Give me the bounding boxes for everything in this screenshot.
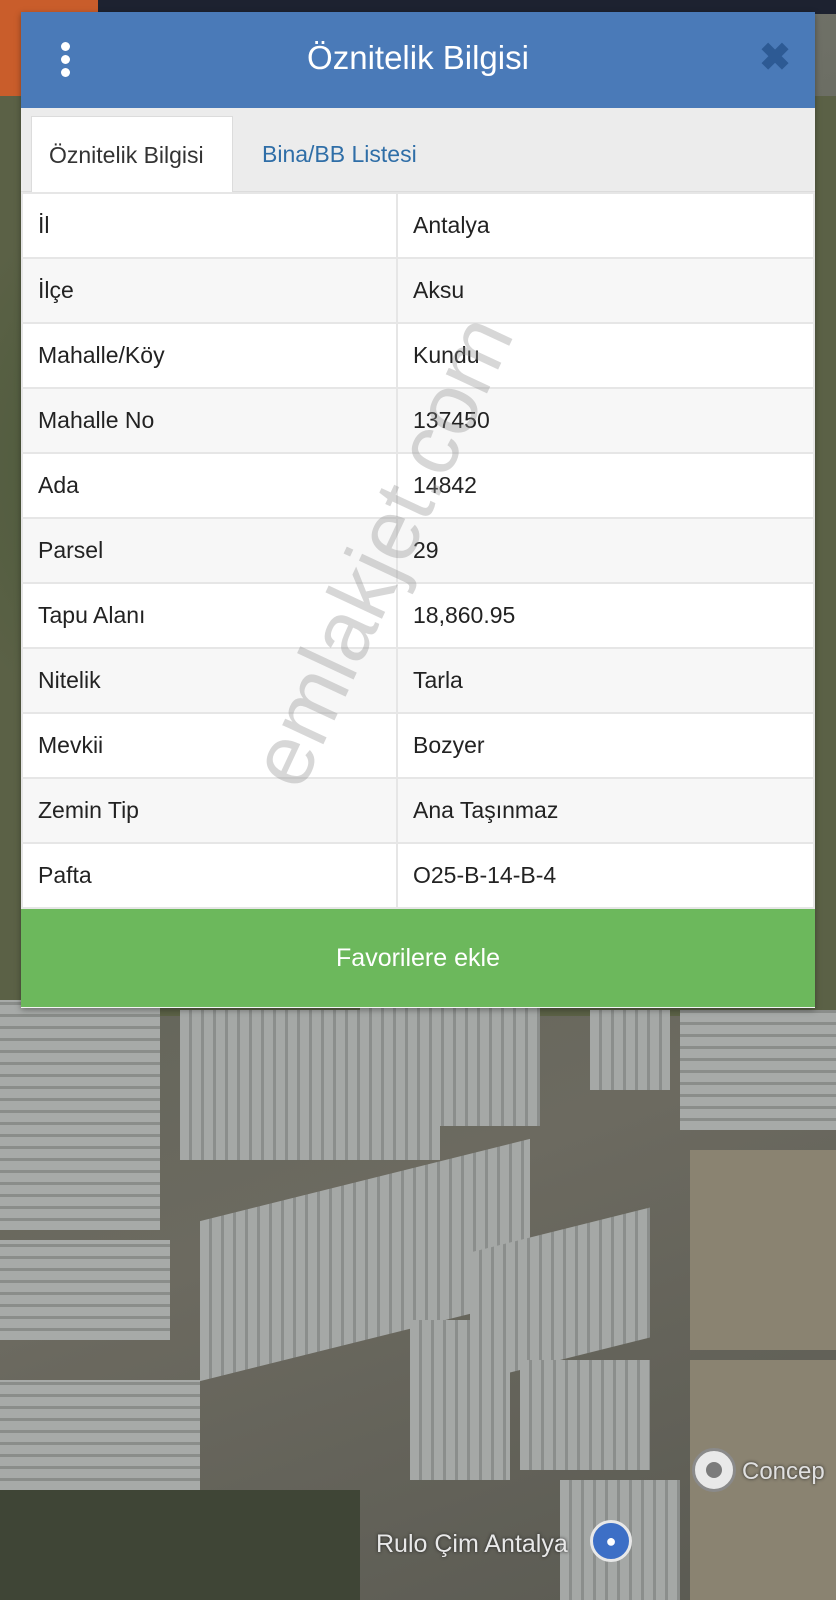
table-row: Mahalle No 137450 <box>21 387 815 454</box>
attribute-value: 14842 <box>396 452 815 519</box>
attribute-dialog: Öznitelik Bilgisi ✖ Öznitelik Bilgisi Bi… <box>21 12 815 1008</box>
attribute-key: Mevkii <box>21 712 398 779</box>
tab-attribute-info[interactable]: Öznitelik Bilgisi <box>31 116 233 192</box>
attribute-value: Tarla <box>396 647 815 714</box>
add-to-favorites-button[interactable]: Favorilere ekle <box>21 909 815 1007</box>
table-row: Mevkii Bozyer <box>21 712 815 779</box>
attribute-value: Kundu <box>396 322 815 389</box>
greenhouse-block <box>410 1320 510 1480</box>
attribute-key: Nitelik <box>21 647 398 714</box>
greenhouse-block <box>0 1240 170 1340</box>
attribute-key: Parsel <box>21 517 398 584</box>
attribute-value: Ana Taşınmaz <box>396 777 815 844</box>
greenhouse-block <box>680 1010 836 1130</box>
attribute-key: Mahalle/Köy <box>21 322 398 389</box>
map-pin-icon[interactable] <box>692 1448 736 1492</box>
attribute-key: Zemin Tip <box>21 777 398 844</box>
attribute-value: 29 <box>396 517 815 584</box>
table-row: İlçe Aksu <box>21 257 815 324</box>
tab-building-list[interactable]: Bina/BB Listesi <box>245 116 434 192</box>
table-row: Tapu Alanı 18,860.95 <box>21 582 815 649</box>
greenhouse-block <box>360 1006 540 1126</box>
map-place-label[interactable]: Rulo Çim Antalya <box>376 1530 568 1559</box>
table-row: Nitelik Tarla <box>21 647 815 714</box>
attribute-value: 137450 <box>396 387 815 454</box>
table-row: Pafta O25-B-14-B-4 <box>21 842 815 909</box>
attribute-value: Bozyer <box>396 712 815 779</box>
attribute-key: Ada <box>21 452 398 519</box>
close-icon[interactable]: ✖ <box>757 39 793 77</box>
map-place-label[interactable]: Concep <box>742 1458 825 1486</box>
table-row: Ada 14842 <box>21 452 815 519</box>
attribute-key: İl <box>21 192 398 259</box>
table-row: Zemin Tip Ana Taşınmaz <box>21 777 815 844</box>
tab-bar: Öznitelik Bilgisi Bina/BB Listesi <box>21 108 815 192</box>
table-row: Parsel 29 <box>21 517 815 584</box>
dialog-title: Öznitelik Bilgisi <box>307 39 529 76</box>
attribute-key: Tapu Alanı <box>21 582 398 649</box>
greenhouse-block <box>590 1010 670 1090</box>
greenhouse-block <box>520 1360 650 1470</box>
table-row: Mahalle/Köy Kundu <box>21 322 815 389</box>
attribute-value: Aksu <box>396 257 815 324</box>
attribute-key: Pafta <box>21 842 398 909</box>
attribute-value: 18,860.95 <box>396 582 815 649</box>
attribute-key: Mahalle No <box>21 387 398 454</box>
attribute-value: Antalya <box>396 192 815 259</box>
attribute-key: İlçe <box>21 257 398 324</box>
attribute-table: İl Antalya İlçe Aksu Mahalle/Köy Kundu Maha… <box>21 192 815 909</box>
dialog-header: Öznitelik Bilgisi ✖ <box>21 12 815 108</box>
field-block <box>0 1490 360 1600</box>
table-row: İl Antalya <box>21 192 815 259</box>
lock-icon[interactable]: ● <box>590 1520 632 1562</box>
field-block <box>690 1150 836 1350</box>
greenhouse-block <box>0 1000 160 1230</box>
greenhouse-block <box>0 1380 200 1490</box>
attribute-value: O25-B-14-B-4 <box>396 842 815 909</box>
